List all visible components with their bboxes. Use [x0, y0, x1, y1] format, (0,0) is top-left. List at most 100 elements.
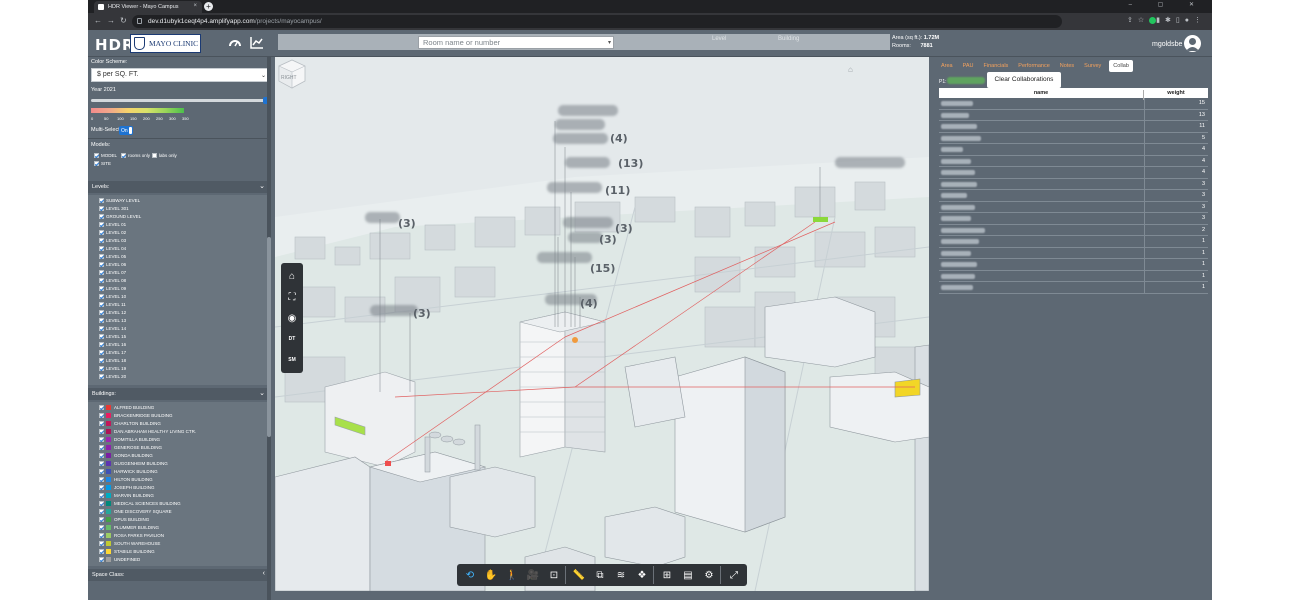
tab-collab[interactable]: Collab [1109, 60, 1133, 72]
checkbox-checked[interactable] [99, 270, 104, 276]
collab-count[interactable]: (15) [590, 262, 615, 275]
table-row[interactable]: 15 [939, 98, 1208, 110]
new-tab-button[interactable]: + [204, 2, 213, 11]
checkbox-checked[interactable] [99, 469, 104, 475]
building-checkbox-item[interactable]: MEDICAL SCIENCES BUILDING [99, 500, 181, 508]
3d-viewport[interactable]: (4) (13) (11) (3) (3) (3) (15) (4) (3) ⌂… [275, 57, 929, 591]
dashboard-gauge-icon[interactable] [228, 36, 242, 49]
table-row[interactable]: 1 [939, 259, 1208, 271]
level-checkbox-item[interactable]: LEVEL 18 [99, 357, 126, 365]
level-checkbox-item[interactable]: LEVEL 19 [99, 365, 126, 373]
table-row[interactable]: 11 [939, 121, 1208, 133]
browser-tab[interactable]: HDR Viewer - Mayo Campus × [94, 1, 202, 13]
building-checkbox-item[interactable]: CHARLTON BUILDING [99, 420, 161, 428]
building-checkbox-item[interactable]: PLUMMER BUILDING [99, 524, 159, 532]
walk-icon[interactable]: 🚶 [501, 564, 523, 586]
building-checkbox-item[interactable]: HILTON BUILDING [99, 476, 153, 484]
checkbox-checked[interactable] [99, 238, 104, 244]
collab-count[interactable]: (3) [615, 222, 633, 235]
level-checkbox-item[interactable]: LEVEL 05 [99, 253, 126, 261]
collab-count[interactable]: (13) [618, 157, 643, 170]
column-header-weight[interactable]: weight [1144, 90, 1208, 96]
space-class-section-header[interactable]: Space Class: ‹ [88, 569, 271, 581]
table-row[interactable]: 1 [939, 247, 1208, 259]
level-checkbox-item[interactable]: LEVEL 20 [99, 373, 126, 381]
checkbox-checked[interactable] [99, 485, 104, 491]
model-checkbox-site[interactable]: SITE [94, 161, 111, 167]
room-search-input[interactable]: Room name or number ▾ [418, 36, 614, 49]
tab-area[interactable]: Area [939, 60, 955, 72]
level-checkbox-item[interactable]: LEVEL 17 [99, 349, 126, 357]
collab-label-blurred[interactable] [563, 217, 613, 228]
checkbox-checked[interactable] [99, 445, 104, 451]
collab-label-blurred[interactable] [547, 182, 602, 193]
multiselect-toggle[interactable]: On [119, 126, 133, 135]
home-icon[interactable]: ⌂ [281, 266, 303, 286]
building-checkbox-item[interactable]: BRACKENRIDGE BUILDING [99, 412, 173, 420]
building-checkbox-item[interactable]: JOSEPH BUILDING [99, 484, 155, 492]
checkbox-checked[interactable] [99, 310, 104, 316]
table-row[interactable]: 3 [939, 190, 1208, 202]
model-browser-icon[interactable]: ⊞ [656, 564, 678, 586]
checkbox-checked[interactable] [99, 246, 104, 252]
checkbox-checked[interactable] [99, 461, 104, 467]
checkbox-checked[interactable] [99, 413, 104, 419]
tab-financials[interactable]: Financials [982, 60, 1011, 72]
fullscreen-icon[interactable]: ⤢ [723, 564, 745, 586]
collab-count[interactable]: (11) [605, 184, 630, 197]
model-checkbox-labs-only[interactable]: labs only [152, 153, 177, 159]
building-checkbox-item[interactable]: ONE DISCOVERY SQUARE [99, 508, 172, 516]
chevron-left-icon[interactable]: ‹ [263, 570, 265, 577]
collab-label-blurred[interactable] [537, 252, 592, 263]
checkbox-checked[interactable] [99, 230, 104, 236]
username[interactable]: mgoldsbe [1152, 41, 1182, 48]
settings-icon[interactable]: ⚙ [698, 564, 720, 586]
checkbox-checked[interactable] [99, 501, 104, 507]
level-checkbox-item[interactable]: LEVEL 09 [99, 285, 126, 293]
collab-count[interactable]: (3) [413, 307, 431, 320]
tab-notes[interactable]: Notes [1058, 60, 1076, 72]
profile-icon[interactable]: ● [1185, 17, 1194, 24]
collab-count[interactable]: (4) [610, 132, 628, 145]
levels-section-header[interactable]: Levels: ⌄ [88, 181, 271, 193]
table-row[interactable]: 3 [939, 178, 1208, 190]
checkbox-checked[interactable] [94, 153, 99, 159]
share-icon[interactable]: ⇪ [1127, 17, 1138, 24]
checkbox-checked[interactable] [99, 342, 104, 348]
collab-label-blurred[interactable] [365, 212, 400, 223]
checkbox-checked[interactable] [99, 358, 104, 364]
level-checkbox-item[interactable]: LEVEL 301 [99, 205, 129, 213]
fit-view-icon[interactable]: ⛶ [281, 287, 303, 307]
model-checkbox-rooms-only[interactable]: rooms only [121, 153, 150, 159]
chevron-down-icon[interactable]: ⌄ [259, 389, 265, 397]
checkbox-checked[interactable] [94, 161, 99, 167]
building-checkbox-item[interactable]: GUGGENHEIM BUILDING [99, 460, 168, 468]
checkbox-checked[interactable] [99, 493, 104, 499]
level-checkbox-item[interactable]: GROUND LEVEL [99, 213, 141, 221]
checkbox-checked[interactable] [99, 366, 104, 372]
level-checkbox-item[interactable]: LEVEL 08 [99, 277, 126, 285]
scrollbar-thumb[interactable] [267, 237, 271, 437]
bookmark-star-icon[interactable]: ☆ [1138, 17, 1149, 24]
window-controls[interactable]: – ▢ ✕ [1129, 1, 1206, 8]
chevron-down-icon[interactable]: ⌄ [259, 182, 265, 190]
level-label[interactable]: Level [712, 36, 726, 42]
tab-performance[interactable]: Performance [1016, 60, 1052, 72]
checkbox-checked[interactable] [99, 405, 104, 411]
explode-icon[interactable]: ❖ [631, 564, 653, 586]
checkbox-checked[interactable] [99, 437, 104, 443]
checkbox-checked[interactable] [99, 429, 104, 435]
collab-count[interactable]: (3) [398, 217, 416, 230]
checkbox-checked[interactable] [99, 453, 104, 459]
collab-label-blurred[interactable] [370, 305, 418, 316]
level-checkbox-item[interactable]: LEVEL 14 [99, 325, 126, 333]
level-checkbox-item[interactable]: LEVEL 03 [99, 237, 126, 245]
view-cube[interactable]: RIGHT [275, 57, 309, 91]
level-checkbox-item[interactable]: LEVEL 06 [99, 261, 126, 269]
table-row[interactable]: 5 [939, 132, 1208, 144]
checkbox-checked[interactable] [99, 557, 104, 563]
collab-label-blurred[interactable] [835, 157, 905, 168]
orbit-icon[interactable]: ⟲ [459, 564, 481, 586]
level-checkbox-item[interactable]: LEVEL 16 [99, 341, 126, 349]
checkbox-checked[interactable] [99, 206, 104, 212]
